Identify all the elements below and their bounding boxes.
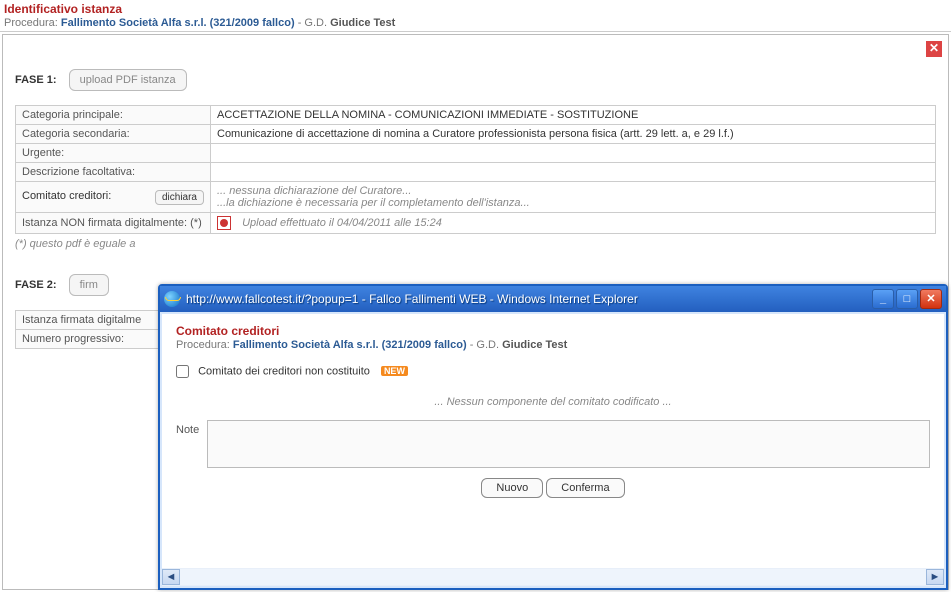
new-badge: NEW: [381, 366, 408, 376]
empty-message: ... Nessun componente del comitato codif…: [176, 396, 930, 408]
pdf-icon[interactable]: [217, 216, 231, 230]
close-icon[interactable]: ✕: [926, 41, 942, 57]
nuovo-button[interactable]: Nuovo: [481, 478, 543, 498]
popup-gd-value: Giudice Test: [502, 339, 567, 351]
window-title: http://www.fallcotest.it/?popup=1 - Fall…: [186, 292, 872, 306]
fase1-row: FASE 1: upload PDF istanza: [15, 69, 936, 91]
page-title: Identificativo istanza: [4, 2, 947, 16]
scroll-track[interactable]: [180, 569, 926, 585]
procedure-value: Fallimento Società Alfa s.r.l. (321/2009…: [61, 17, 295, 29]
scroll-right-icon[interactable]: ►: [926, 569, 944, 585]
fase2-button[interactable]: firm: [69, 274, 109, 296]
comitato-text2: ...la dichiazione è necessaria per il co…: [217, 197, 530, 209]
maximize-button[interactable]: □: [896, 289, 918, 309]
fase1-table: Categoria principale: ACCETTAZIONE DELLA…: [15, 105, 936, 234]
scroll-left-icon[interactable]: ◄: [162, 569, 180, 585]
minimize-button[interactable]: _: [872, 289, 894, 309]
istanza-value: Upload effettuato il 04/04/2011 alle 15:…: [211, 213, 936, 234]
istanza-text: Upload effettuato il 04/04/2011 alle 15:…: [242, 217, 442, 229]
main-header: Identificativo istanza Procedura: Fallim…: [0, 0, 951, 32]
comitato-value: ... nessuna dichiarazione del Curatore..…: [211, 182, 936, 213]
note-row: Note: [176, 420, 930, 468]
conferma-button[interactable]: Conferma: [546, 478, 624, 498]
popup-body: Comitato creditori Procedura: Fallimento…: [162, 314, 944, 570]
fase2-label: FASE 2:: [15, 279, 57, 291]
cat-sec-label: Categoria secondaria:: [16, 125, 211, 144]
urgente-value: [211, 144, 936, 163]
gd-value: Giudice Test: [330, 17, 395, 29]
cat-princ-value: ACCETTAZIONE DELLA NOMINA - COMUNICAZION…: [211, 106, 936, 125]
popup-proc-value: Fallimento Società Alfa s.r.l. (321/2009…: [233, 339, 467, 351]
dichiara-button[interactable]: dichiara: [155, 190, 204, 205]
comitato-label: Comitato creditori: dichiara: [16, 182, 211, 213]
urgente-label: Urgente:: [16, 144, 211, 163]
titlebar[interactable]: http://www.fallcotest.it/?popup=1 - Fall…: [160, 286, 946, 312]
istanza-label: Istanza NON firmata digitalmente: (*): [16, 213, 211, 234]
upload-pdf-button[interactable]: upload PDF istanza: [69, 69, 187, 91]
ie-icon: [164, 291, 180, 307]
comitato-text1: ... nessuna dichiarazione del Curatore..…: [217, 185, 411, 197]
note-textarea[interactable]: [207, 420, 930, 468]
fase1-label: FASE 1:: [15, 74, 57, 86]
horizontal-scrollbar[interactable]: ◄ ►: [162, 568, 944, 586]
checkbox-label: Comitato dei creditori non costituito: [198, 365, 370, 377]
note-label: Note: [176, 420, 199, 436]
comitato-non-costituito-checkbox[interactable]: [176, 365, 189, 378]
checkbox-row: Comitato dei creditori non costituito NE…: [176, 365, 930, 378]
popup-proc-label: Procedura:: [176, 339, 230, 351]
popup-procedure-line: Procedura: Fallimento Società Alfa s.r.l…: [176, 339, 930, 351]
close-window-button[interactable]: ✕: [920, 289, 942, 309]
popup-gd-label: - G.D.: [470, 339, 499, 351]
procedure-line: Procedura: Fallimento Società Alfa s.r.l…: [4, 17, 947, 29]
descr-label: Descrizione facoltativa:: [16, 163, 211, 182]
gd-label: - G.D.: [298, 17, 327, 29]
popup-section-title: Comitato creditori: [176, 324, 930, 338]
cat-princ-label: Categoria principale:: [16, 106, 211, 125]
procedure-label: Procedura:: [4, 17, 58, 29]
descr-value: [211, 163, 936, 182]
cat-sec-value: Comunicazione di accettazione di nomina …: [211, 125, 936, 144]
footnote: (*) questo pdf è eguale a: [15, 238, 936, 250]
popup-window: http://www.fallcotest.it/?popup=1 - Fall…: [158, 284, 948, 590]
